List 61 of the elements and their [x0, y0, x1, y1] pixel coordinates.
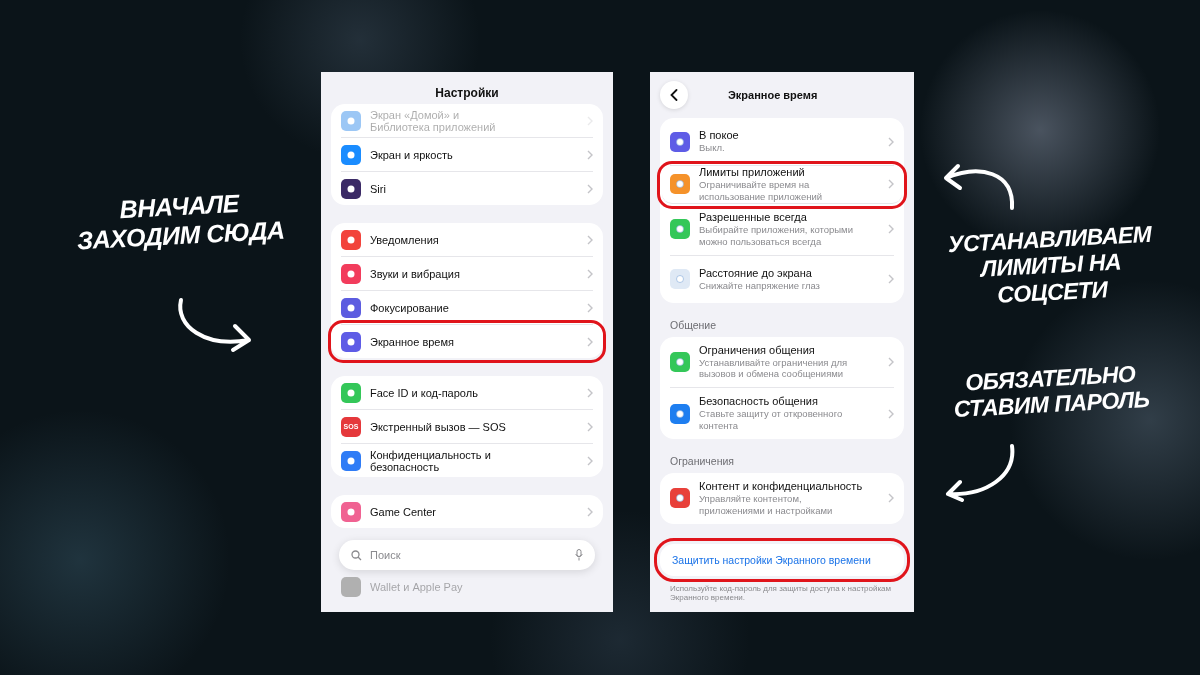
row-title: Ограничения общения [699, 343, 816, 356]
chevron-icon [587, 234, 593, 245]
row-subtitle: Снижайте напряжение глаз [699, 279, 821, 292]
handwritten-caption: УСТАНАВЛИВАЕМ ЛИМИТЫ НА СОЦСЕТИ [946, 219, 1153, 310]
row-title: Расстояние до экрана [699, 266, 813, 279]
row-subtitle: Устанавливайте ограничения для вызовов и обмена сообщениями [699, 356, 849, 381]
settings-row[interactable]: Звуки и вибрация [341, 257, 593, 291]
chevron-icon [587, 149, 593, 160]
handwritten-caption: ВНАЧАЛЕ ЗАХОДИМ СЮДА [75, 187, 287, 257]
chevron-icon [587, 506, 593, 517]
settings-row[interactable]: Безопасность общения Ставьте защиту от откровенного контента [670, 388, 894, 439]
settings-row[interactable]: Расстояние до экрана Снижайте напряжение глаз [670, 255, 894, 303]
chevron-icon [888, 408, 894, 419]
chevron-icon [587, 387, 593, 398]
settings-row[interactable]: Экран и яркость [341, 138, 593, 172]
search-input[interactable]: Поиск [368, 548, 569, 562]
row-subtitle: Выбирайте приложения, которыми можно пользоваться всегда [699, 223, 854, 248]
chevron-icon [888, 493, 894, 504]
chevron-icon [888, 179, 894, 190]
chevron-icon [587, 302, 593, 313]
back-button[interactable] [660, 81, 688, 109]
section-header: Ограничения [670, 455, 735, 467]
settings-row[interactable]: Ограничения общения Устанавливайте ограничения для вызовов и обмена сообщениями [670, 336, 894, 389]
settings-row[interactable]: Фокусирование [341, 291, 593, 325]
row-title: Разрешенные всегда [699, 210, 808, 223]
chevron-icon [587, 268, 593, 279]
row-subtitle: Ставьте защиту от откровенного контента [699, 408, 844, 432]
row-title: В покое [699, 129, 740, 142]
microphone-icon [575, 549, 583, 561]
settings-row[interactable]: В покое Выкл. [670, 118, 894, 166]
chevron-icon [587, 183, 593, 194]
chevron-icon [888, 136, 894, 147]
screen-title: Экранное время [728, 89, 818, 101]
search-icon [351, 549, 362, 561]
screen-title: Настройки [434, 85, 500, 102]
settings-row[interactable]: Экранное время [333, 325, 601, 358]
row-title: Безопасность общения [699, 395, 819, 408]
chevron-icon [587, 421, 593, 432]
row-subtitle: Выкл. [699, 142, 726, 154]
handwritten-caption: ОБЯЗАТЕЛЬНО СТАВИМ ПАРОЛЬ [952, 359, 1152, 425]
settings-row[interactable]: Лимиты приложений Ограничивайте время на использование приложений [662, 166, 902, 204]
settings-row[interactable]: Разрешенные всегда Выбирайте приложения, которыми можно пользоваться всегда [670, 203, 894, 256]
chevron-icon [888, 356, 894, 367]
settings-row[interactable]: Game Center [341, 495, 593, 528]
search-field[interactable]: Поиск [339, 540, 595, 570]
back-icon [670, 89, 678, 101]
settings-row[interactable]: Уведомления [341, 223, 593, 257]
row-subtitle: Управляйте контентом, приложениями и настройками [699, 493, 834, 517]
section-header: Общение [670, 318, 718, 331]
footnote: Используйте код-пароль для защиты доступа к настройкам Экранного времени. [670, 583, 893, 603]
row-title: Лимиты приложений [699, 166, 806, 178]
chevron-icon [587, 336, 593, 347]
chevron-icon [888, 274, 894, 284]
settings-row[interactable]: Контент и конфиденциальность Управляйте контентом, приложениями и настройками [670, 473, 894, 524]
row-subtitle: Ограничивайте время на использование приложений [699, 179, 824, 203]
settings-row[interactable]: Siri [341, 172, 593, 205]
chevron-icon [888, 224, 894, 235]
chevron-icon [587, 455, 593, 466]
settings-row[interactable]: Face ID и код-пароль [341, 376, 593, 410]
row-title: Контент и конфиденциальность [699, 480, 864, 492]
settings-row[interactable]: Конфиденциальность и безопасность [341, 444, 593, 477]
